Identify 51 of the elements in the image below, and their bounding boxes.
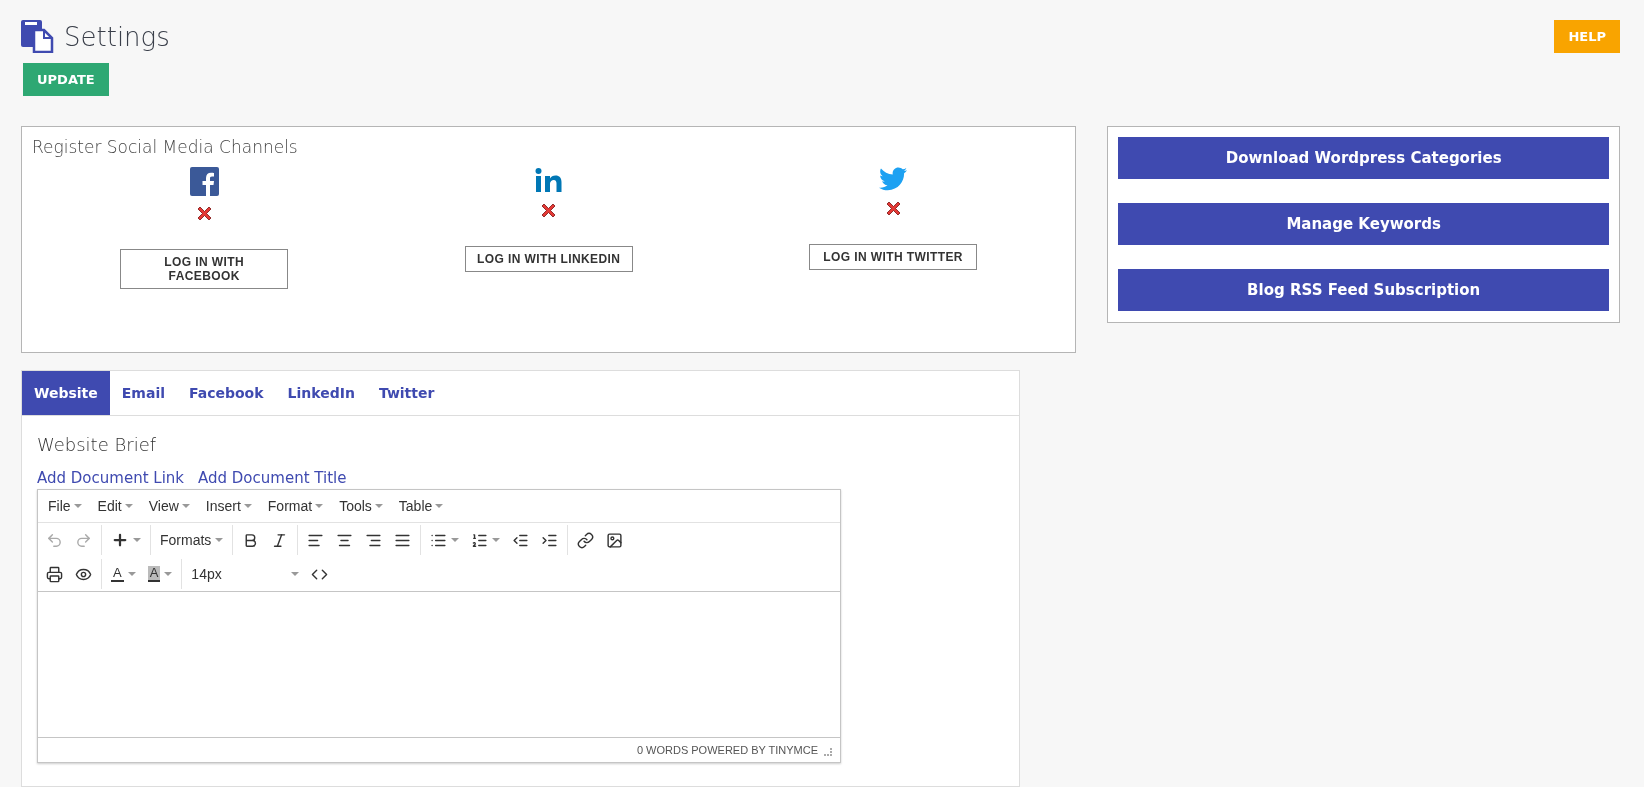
- login-button[interactable]: LOG IN WITH LINKEDIN: [464, 246, 633, 272]
- caret-icon: [291, 572, 300, 576]
- action-button[interactable]: Manage Keywords: [1118, 203, 1609, 245]
- caret-icon: [133, 538, 141, 542]
- caret-icon: [435, 504, 444, 508]
- status-text: 0 WORDS POWERED BY TINYMCE: [636, 744, 818, 756]
- caret-icon: [124, 504, 133, 508]
- letter-a-icon: A: [147, 566, 161, 582]
- login-button[interactable]: LOG IN WITH TWITTER: [809, 244, 978, 270]
- link[interactable]: Add Document Link: [37, 469, 184, 487]
- card-title: Register Social Media Channels: [32, 137, 299, 157]
- font-size-dropdown[interactable]: 14px: [185, 559, 306, 589]
- menu-item[interactable]: Format: [261, 498, 330, 514]
- section-title: Website Brief: [37, 434, 158, 455]
- tab[interactable]: Website: [22, 371, 110, 415]
- linkedin-icon: [534, 167, 563, 193]
- caret-icon: [181, 504, 190, 508]
- link[interactable]: Add Document Title: [198, 469, 347, 487]
- redo-icon: [75, 531, 92, 549]
- numbered-list-icon: [471, 531, 489, 549]
- caret-icon: [243, 504, 252, 508]
- caret-icon: [164, 572, 173, 576]
- facebook-icon: [189, 167, 219, 196]
- caret-icon: [73, 504, 82, 508]
- action-button[interactable]: Download Wordpress Categories: [1118, 137, 1609, 179]
- background-color-button[interactable]: A: [141, 559, 179, 589]
- menu-item[interactable]: Tools: [333, 498, 389, 514]
- caret-icon: [451, 538, 460, 542]
- link-icon: [577, 531, 595, 549]
- text-color-button[interactable]: A: [105, 559, 142, 589]
- action-button[interactable]: Blog RSS Feed Subscription: [1118, 269, 1609, 311]
- login-button[interactable]: LOG IN WITH FACEBOOK: [120, 249, 289, 289]
- page-title: Settings: [64, 21, 170, 52]
- menu-item[interactable]: View: [142, 498, 196, 514]
- caret-icon: [215, 538, 224, 542]
- menu-item[interactable]: Table: [392, 498, 450, 514]
- caret-icon: [315, 504, 324, 508]
- menu-item[interactable]: File: [42, 498, 88, 514]
- bird-icon: [879, 167, 908, 191]
- plus-icon: [111, 531, 129, 549]
- printer-icon: [46, 565, 63, 583]
- caret-icon: [127, 572, 136, 576]
- resize-grip-icon[interactable]: [824, 748, 832, 756]
- menu-item[interactable]: Edit: [91, 498, 139, 514]
- documents-icon: [21, 20, 54, 53]
- undo-icon: [46, 531, 63, 549]
- image-icon: [606, 531, 624, 549]
- caret-icon: [374, 504, 383, 508]
- caret-icon: [492, 538, 501, 542]
- menu-item[interactable]: Insert: [199, 498, 258, 514]
- formats-dropdown[interactable]: Formats: [154, 525, 230, 555]
